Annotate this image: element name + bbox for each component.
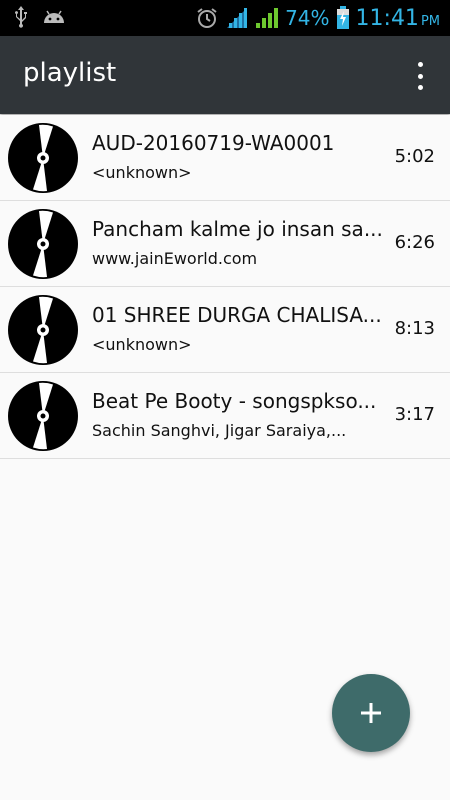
disc-icon [8,381,78,451]
clock: 11:41 PM [356,6,440,31]
track-artist: <unknown> [92,335,192,354]
status-ampm: PM [420,13,440,29]
android-icon [44,10,64,23]
track-duration: 6:26 [394,232,435,253]
app-bar: playlist [0,36,450,114]
wifi-signal-icon [227,8,248,28]
list-item[interactable]: Beat Pe Booty - songspkso... Sachin Sang… [0,373,450,459]
track-duration: 8:13 [394,318,435,339]
list-item[interactable]: AUD-20160719-WA0001 <unknown> 5:02 [0,115,450,201]
status-time: 11:41 [355,5,419,31]
more-vert-icon[interactable] [410,62,430,90]
cell-signal-icon [256,8,279,28]
overflow-dot [417,62,423,67]
battery-charging-icon [336,6,349,29]
overflow-dot [417,85,423,90]
plus-icon [361,703,381,723]
page-title: playlist [23,58,117,88]
track-title: AUD-20160719-WA0001 [92,131,335,155]
disc-icon [8,295,78,365]
status-right-icons: 74% 11:41 PM [195,0,440,36]
list-item[interactable]: 01 SHREE DURGA CHALISA... <unknown> 8:13 [0,287,450,373]
alarm-icon [197,8,217,28]
usb-icon [15,6,27,28]
disc-icon [8,123,78,193]
disc-icon [8,209,78,279]
playlist-list: AUD-20160719-WA0001 <unknown> 5:02 Panch… [0,115,450,459]
status-left-icons [14,6,66,28]
list-item[interactable]: Pancham kalme jo insan sa... www.jainEwo… [0,201,450,287]
track-artist: <unknown> [92,163,192,182]
track-duration: 3:17 [394,404,435,425]
overflow-dot [417,73,423,79]
add-track-button[interactable] [332,674,410,752]
status-bar: 74% 11:41 PM [0,0,450,36]
track-title: Pancham kalme jo insan sa... [92,217,383,241]
track-artist: www.jainEworld.com [92,249,258,268]
track-title: Beat Pe Booty - songspkso... [92,389,377,413]
battery-percent: 74% [285,6,330,30]
track-duration: 5:02 [394,146,435,167]
track-title: 01 SHREE DURGA CHALISA... [92,303,382,327]
track-artist: Sachin Sanghvi, Jigar Saraiya,... [92,421,347,440]
